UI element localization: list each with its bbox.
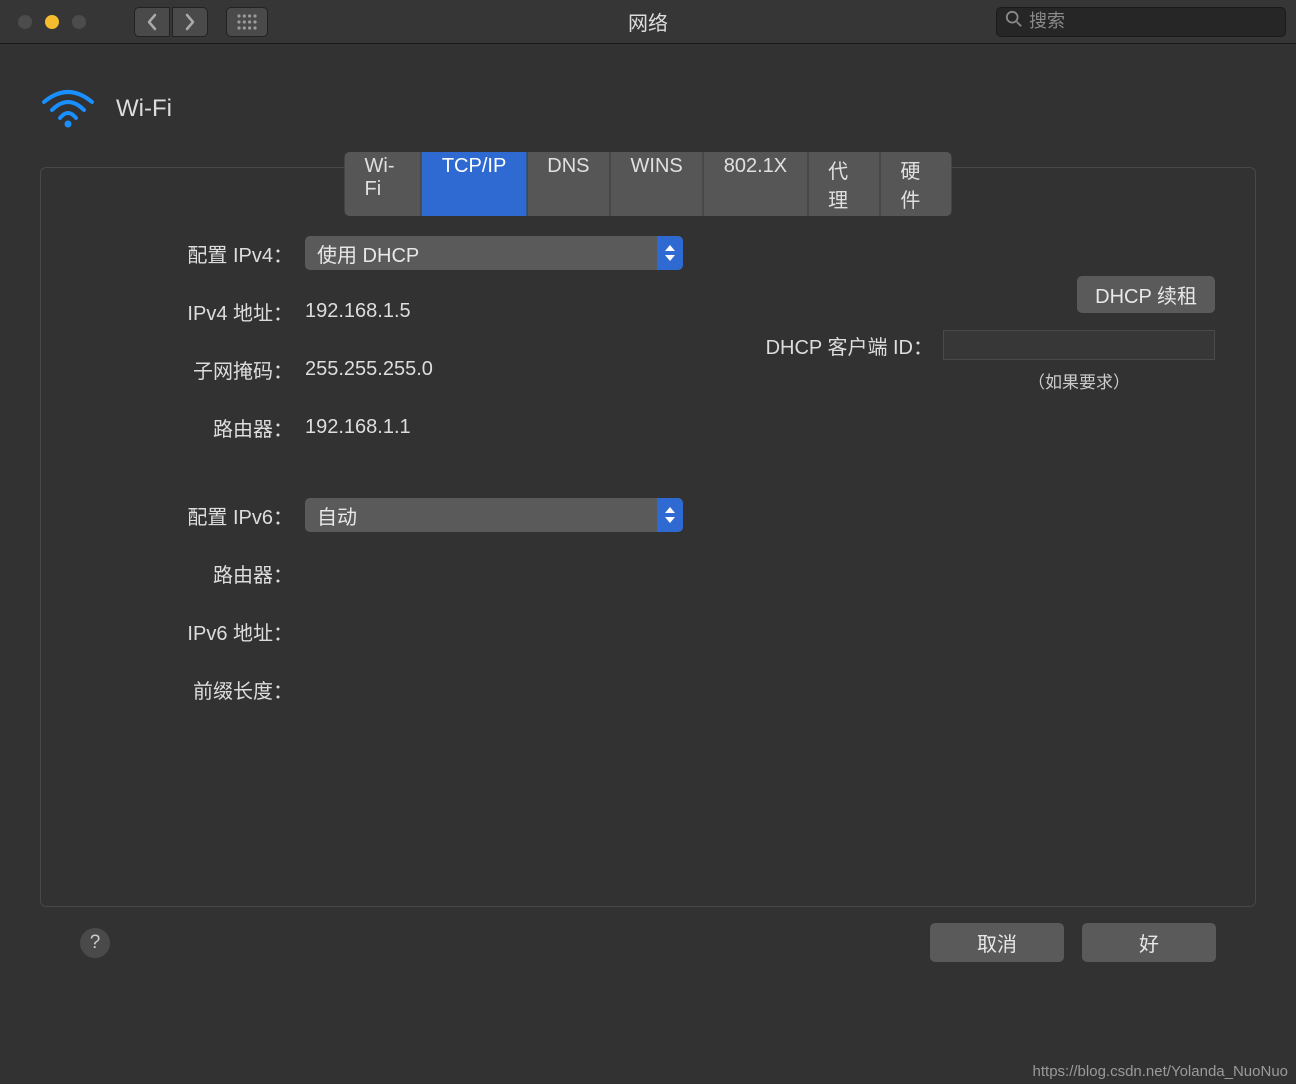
titlebar: 网络 — [0, 0, 1296, 44]
label-ipv4-config: 配置 IPv4： — [81, 239, 305, 268]
page-header: Wi-Fi — [40, 84, 1256, 133]
dhcp-client-row: DHCP 客户端 ID： — [766, 330, 1215, 360]
close-window-button[interactable] — [18, 15, 32, 29]
tab-dns[interactable]: DNS — [527, 152, 610, 216]
search-box[interactable] — [996, 7, 1286, 37]
back-button[interactable] — [134, 7, 170, 37]
minimize-window-button[interactable] — [45, 15, 59, 29]
tab-wifi[interactable]: Wi-Fi — [345, 152, 422, 216]
page-title: Wi-Fi — [116, 95, 172, 123]
value-ipv4-router: 192.168.1.1 — [305, 416, 411, 439]
label-subnet: 子网掩码： — [81, 355, 305, 384]
form-area: 配置 IPv4： 使用 DHCP IPv4 地址： 192.168.1.5 子网… — [41, 168, 1255, 706]
traffic-lights — [18, 15, 86, 29]
row-prefix-length: 前缀长度： — [81, 672, 1215, 706]
help-button[interactable]: ? — [80, 928, 110, 958]
label-ipv6-address: IPv6 地址： — [81, 617, 305, 646]
cancel-button[interactable]: 取消 — [930, 923, 1064, 962]
select-arrows-icon — [657, 236, 683, 270]
ok-button[interactable]: 好 — [1082, 923, 1216, 962]
select-arrows-icon — [657, 498, 683, 532]
dhcp-client-hint: （如果要求） — [943, 368, 1215, 393]
label-prefix-length: 前缀长度： — [81, 675, 305, 704]
row-ipv6-router: 路由器： — [81, 556, 1215, 590]
forward-button[interactable] — [172, 7, 208, 37]
nav-buttons — [134, 7, 208, 37]
tabs: Wi-Fi TCP/IP DNS WINS 802.1X 代理 硬件 — [345, 152, 952, 216]
value-ipv4-address: 192.168.1.5 — [305, 300, 411, 323]
label-dhcp-client-id: DHCP 客户端 ID： — [766, 331, 933, 360]
row-ipv4-address: IPv4 地址： 192.168.1.5 — [81, 294, 1215, 328]
search-input[interactable] — [1029, 11, 1277, 32]
select-ipv6-config[interactable]: 自动 — [305, 498, 683, 532]
select-ipv4-config-value: 使用 DHCP — [317, 239, 419, 268]
select-ipv6-config-value: 自动 — [317, 501, 357, 530]
row-ipv4-router: 路由器： 192.168.1.1 — [81, 410, 1215, 444]
search-icon — [1005, 10, 1023, 33]
label-ipv4-address: IPv4 地址： — [81, 297, 305, 326]
tab-proxy[interactable]: 代理 — [808, 152, 880, 216]
label-ipv6-config: 配置 IPv6： — [81, 501, 305, 530]
tab-hardware[interactable]: 硬件 — [880, 152, 951, 216]
content-area: Wi-Fi Wi-Fi TCP/IP DNS WINS 802.1X 代理 硬件… — [0, 44, 1296, 962]
label-ipv6-router: 路由器： — [81, 559, 305, 588]
row-ipv6-address: IPv6 地址： — [81, 614, 1215, 648]
maximize-window-button[interactable] — [72, 15, 86, 29]
dhcp-renew-button[interactable]: DHCP 续租 — [1077, 276, 1215, 313]
settings-panel: Wi-Fi TCP/IP DNS WINS 802.1X 代理 硬件 配置 IP… — [40, 167, 1256, 907]
value-subnet: 255.255.255.0 — [305, 358, 433, 381]
select-ipv4-config[interactable]: 使用 DHCP — [305, 236, 683, 270]
tab-wins[interactable]: WINS — [611, 152, 704, 216]
label-ipv4-router: 路由器： — [81, 413, 305, 442]
window-title: 网络 — [628, 7, 668, 36]
footer: ? 取消 好 — [40, 923, 1256, 962]
input-dhcp-client-id[interactable] — [943, 330, 1215, 360]
row-ipv4-config: 配置 IPv4： 使用 DHCP — [81, 236, 1215, 270]
tab-tcpip[interactable]: TCP/IP — [422, 152, 527, 216]
wifi-icon — [40, 84, 96, 133]
watermark: https://blog.csdn.net/Yolanda_NuoNuo — [1033, 1063, 1288, 1080]
row-ipv6-config: 配置 IPv6： 自动 — [81, 498, 1215, 532]
dhcp-renew-area: DHCP 续租 — [1077, 276, 1215, 313]
show-all-button[interactable] — [226, 7, 268, 37]
tab-8021x[interactable]: 802.1X — [704, 152, 808, 216]
help-icon: ? — [90, 932, 101, 954]
